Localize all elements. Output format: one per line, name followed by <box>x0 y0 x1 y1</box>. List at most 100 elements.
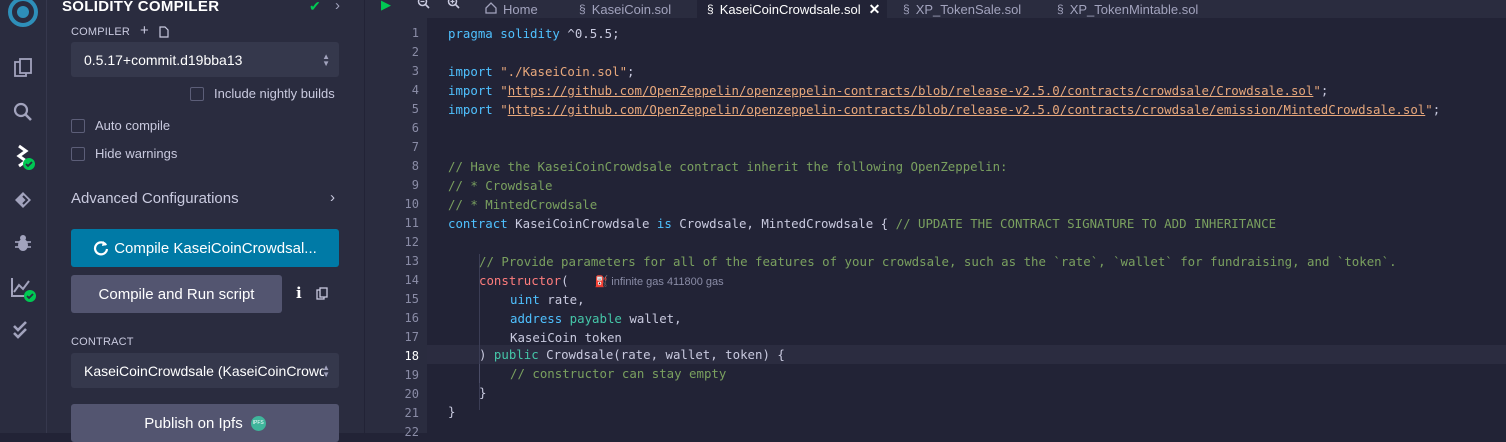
zoom-out-icon[interactable] <box>417 0 430 12</box>
code-line-8: // Have the KaseiCoinCrowdsale contract … <box>448 159 1008 174</box>
hide-warnings-label: Hide warnings <box>95 146 178 161</box>
analysis-icon[interactable] <box>0 269 46 309</box>
panel-title: SOLIDITY COMPILER <box>62 0 220 15</box>
auto-compile-label: Auto compile <box>95 118 171 133</box>
solidity-file-icon: § <box>579 2 586 16</box>
line-number: 10 <box>404 197 419 211</box>
tab-label: XP_TokenMintable.sol <box>1069 1 1199 17</box>
line-number: 16 <box>404 311 419 325</box>
refresh-icon <box>94 241 109 256</box>
advanced-configurations-toggle[interactable]: Advanced Configurations <box>71 190 239 207</box>
compile-and-run-button[interactable]: Compile and Run script <box>71 275 282 313</box>
line-number: 11 <box>404 216 419 230</box>
code-line-4: import "https://github.com/OpenZeppelin/… <box>448 83 1329 98</box>
icon-rail <box>0 0 47 433</box>
tab-home[interactable]: Home <box>475 0 567 18</box>
solidity-file-icon: § <box>903 2 910 16</box>
editor-tab-bar: ▶ Home § KaseiCoin.sol § KaseiCoinCrowds… <box>365 0 1506 18</box>
chevron-right-icon[interactable]: › <box>335 0 340 14</box>
line-number: 2 <box>411 45 419 59</box>
info-icon[interactable]: i <box>296 284 302 302</box>
auto-compile-checkbox[interactable] <box>71 118 85 133</box>
hide-warnings-checkbox[interactable] <box>71 146 85 161</box>
code-line-21: } <box>448 404 456 419</box>
line-number: 8 <box>411 159 419 173</box>
home-icon <box>485 1 497 17</box>
chevron-right-icon[interactable]: › <box>330 189 335 206</box>
contract-select[interactable]: KaseiCoinCrowdsale (KaseiCoinCrowdsale.s… <box>71 353 339 388</box>
deploy-run-icon[interactable] <box>0 180 46 220</box>
unit-testing-icon[interactable] <box>0 310 46 350</box>
contract-label: CONTRACT <box>71 336 134 348</box>
code-line-5: import "https://github.com/OpenZeppelin/… <box>448 102 1441 117</box>
hide-warnings-row[interactable]: Hide warnings <box>71 146 177 161</box>
compiler-label: COMPILER <box>71 26 131 38</box>
close-tab-icon[interactable]: ✕ <box>869 1 881 18</box>
line-number: 17 <box>404 330 419 344</box>
debugger-icon[interactable] <box>0 223 46 263</box>
solidity-compiler-icon[interactable] <box>0 137 46 177</box>
line-number: 4 <box>411 83 419 97</box>
import-link[interactable]: https://github.com/OpenZeppelin/openzepp… <box>508 83 1314 98</box>
line-number: 3 <box>411 64 419 78</box>
line-number: 5 <box>411 102 419 116</box>
zoom-in-icon[interactable] <box>447 0 460 12</box>
publish-ipfs-button[interactable]: Publish on Ipfs IPFS <box>71 404 339 442</box>
compile-and-run-label: Compile and Run script <box>98 285 255 303</box>
tab-label: XP_TokenSale.sol <box>915 1 1022 17</box>
line-number: 15 <box>404 292 419 306</box>
line-number: 14 <box>404 273 419 287</box>
import-link[interactable]: https://github.com/OpenZeppelin/openzepp… <box>508 102 1426 117</box>
remix-logo-icon[interactable] <box>0 0 46 32</box>
compile-button[interactable]: Compile KaseiCoinCrowdsal... <box>71 229 339 267</box>
nightly-builds-row[interactable]: Include nightly builds <box>190 86 335 101</box>
solidity-file-icon: § <box>707 2 714 16</box>
code-line-19: // constructor can stay empty <box>510 366 727 381</box>
line-number: 9 <box>411 178 419 192</box>
compile-button-label: Compile KaseiCoinCrowdsal... <box>114 239 317 257</box>
line-number: 19 <box>404 368 419 382</box>
line-number: 21 <box>404 406 419 420</box>
ipfs-badge-icon: IPFS <box>250 415 266 431</box>
add-compiler-icon[interactable]: + <box>140 22 149 39</box>
gas-icon: ⛽ <box>594 276 609 288</box>
code-line-11: contract KaseiCoinCrowdsale is Crowdsale… <box>448 216 1277 231</box>
line-number: 20 <box>404 387 419 401</box>
gas-estimate: ⛽ infinite gas 411800 gas <box>594 276 724 288</box>
auto-compile-row[interactable]: Auto compile <box>71 118 170 133</box>
publish-ipfs-label: Publish on Ipfs <box>144 414 243 432</box>
line-number: 7 <box>411 140 419 154</box>
code-editor[interactable]: 1 2 3 4 5 6 7 8 9 10 11 12 13 14 15 16 1… <box>365 18 1506 439</box>
code-line-20: } <box>479 385 487 400</box>
tab-xp-tokenmintable[interactable]: § XP_TokenMintable.sol <box>1047 0 1227 18</box>
tab-kaseicoin[interactable]: § KaseiCoin.sol <box>569 0 697 18</box>
file-icon[interactable] <box>159 25 169 43</box>
nightly-builds-checkbox[interactable] <box>190 86 204 101</box>
line-number: 6 <box>411 121 419 135</box>
check-icon: ✔ <box>309 0 321 14</box>
run-script-icon[interactable]: ▶ <box>381 0 391 13</box>
code-line-14: constructor(⛽ infinite gas 411800 gas <box>479 273 724 288</box>
code-line-10: // * MintedCrowdsale <box>448 197 598 212</box>
line-number: 12 <box>404 235 419 249</box>
select-caret-icon: ▲ ▼ <box>322 362 330 379</box>
code-line-18: ) public Crowdsale(rate, wallet, token) … <box>479 347 785 362</box>
tab-xp-tokensale[interactable]: § XP_TokenSale.sol <box>893 0 1043 18</box>
code-line-13: // Provide parameters for all of the fea… <box>479 254 1397 269</box>
compiler-version-select[interactable]: 0.5.17+commit.d19bba13 ▲ ▼ <box>71 42 339 77</box>
line-number-gutter: 1 2 3 4 5 6 7 8 9 10 11 12 13 14 15 16 1… <box>365 18 427 439</box>
tab-label: Home <box>503 1 538 17</box>
tab-kaseicoin-crowdsale[interactable]: § KaseiCoinCrowdsale.sol ✕ <box>697 0 887 18</box>
contract-selected-value: KaseiCoinCrowdsale (KaseiCoinCrowdsale.s… <box>84 362 324 379</box>
code-line-15: uint rate, <box>510 292 585 307</box>
line-number: 13 <box>404 254 419 268</box>
nightly-builds-label: Include nightly builds <box>214 86 335 101</box>
file-explorer-icon[interactable] <box>0 48 46 88</box>
line-number: 1 <box>411 26 419 40</box>
code-line-3: import "./KaseiCoin.sol"; <box>448 64 635 79</box>
code-line-1: pragma solidity ^0.5.5; <box>448 26 620 41</box>
search-icon[interactable] <box>0 92 46 132</box>
indent-guide <box>479 364 480 383</box>
copy-icon[interactable] <box>316 287 328 305</box>
line-number-current: 18 <box>404 349 419 363</box>
